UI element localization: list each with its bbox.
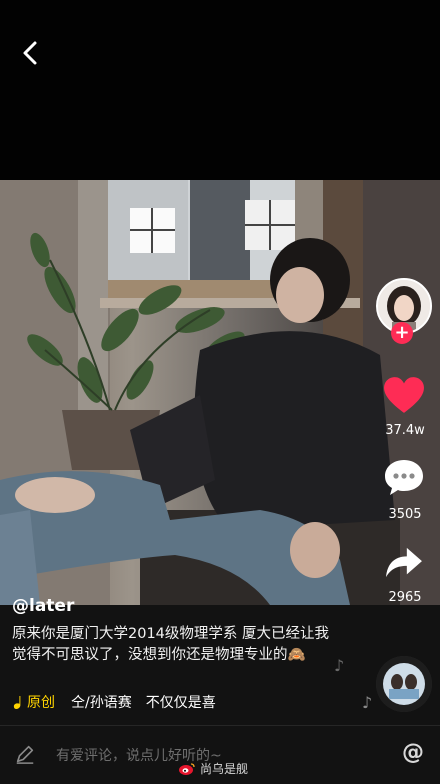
post-description: 原来你是厦门大学2014级物理学系 厦大已经让我觉得不可思议了，没想到你还是物理…: [12, 626, 330, 663]
share-icon[interactable]: [384, 546, 424, 580]
music-title: 仝/孙语赛 不仅仅是喜: [71, 695, 216, 711]
watermark-text: 尚乌是舰: [200, 762, 249, 776]
share-count: 2965: [388, 590, 422, 605]
author-handle[interactable]: @later: [12, 596, 342, 616]
floating-note-icon: ♪: [334, 656, 345, 675]
music-row[interactable]: 原创 仝/孙语赛 不仅仅是喜: [12, 692, 216, 712]
post-caption: @later 原来你是厦门大学2014级物理学系 厦大已经让我觉得不可思议了，没…: [12, 596, 342, 666]
heart-icon[interactable]: [383, 376, 425, 414]
follow-button[interactable]: +: [391, 322, 413, 344]
watermark: 尚乌是舰: [178, 760, 248, 777]
original-badge: 原创: [27, 695, 55, 711]
video-frame[interactable]: [0, 180, 440, 605]
weibo-logo-icon: [179, 762, 195, 775]
video-scene: [0, 180, 440, 605]
floating-note-icon: ♪: [362, 693, 373, 712]
pencil-icon[interactable]: [14, 743, 36, 765]
like-count: 37.4w: [385, 423, 425, 438]
album-cover: [376, 656, 432, 712]
chevron-left-icon[interactable]: [14, 36, 48, 70]
top-bar: [0, 0, 440, 180]
comment-count: 3505: [388, 507, 422, 522]
plus-icon: +: [394, 322, 410, 343]
mention-button[interactable]: @: [402, 740, 424, 765]
music-disc[interactable]: [376, 656, 432, 712]
music-note-icon: [13, 695, 21, 709]
comment-icon[interactable]: [383, 458, 425, 496]
